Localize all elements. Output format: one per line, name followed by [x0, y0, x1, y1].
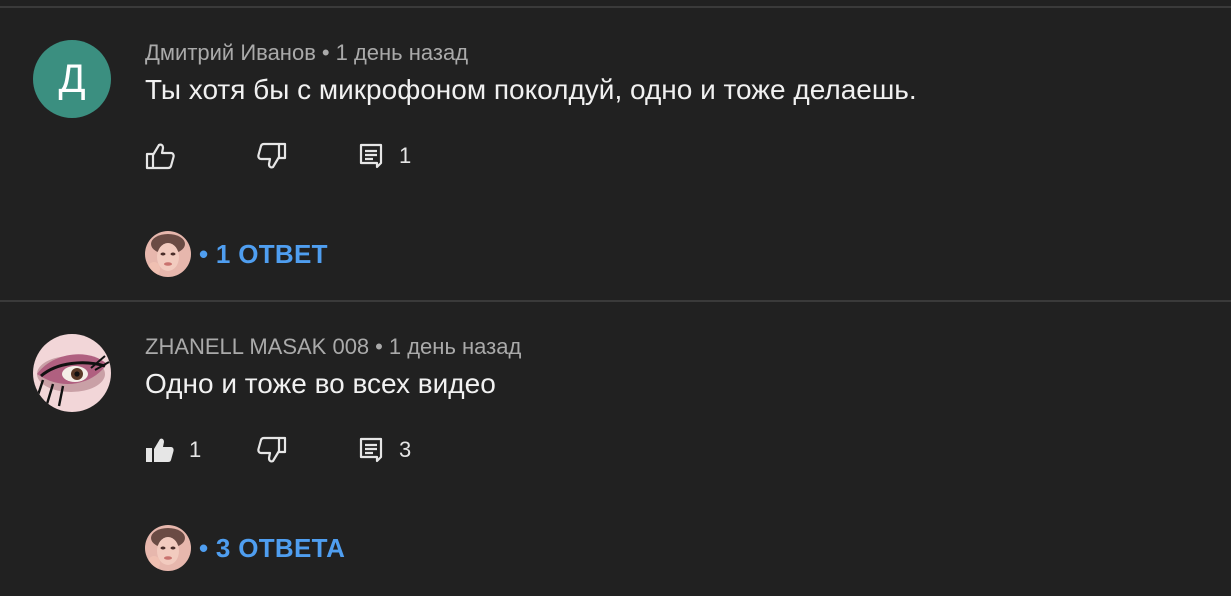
comment-meta: ZHANELL MASAK 008 • 1 день назад [145, 334, 521, 360]
author-name[interactable]: ZHANELL MASAK 008 [145, 334, 369, 359]
timestamp[interactable]: 1 день назад [336, 40, 468, 65]
thumb-down-icon [257, 436, 287, 464]
comment-text: Одно и тоже во всех видео [145, 368, 496, 399]
thumb-up-icon [145, 142, 175, 170]
avatar-letter: Д [58, 56, 86, 101]
view-replies-button[interactable]: • 3 ОТВЕТА [145, 524, 345, 572]
reply-button[interactable]: 1 [359, 143, 411, 169]
separator-dot: • [375, 334, 383, 359]
replier-avatar [145, 525, 191, 571]
comment-icon [359, 143, 385, 169]
thumb-down-icon [257, 142, 287, 170]
comment-item: ZHANELL MASAK 008 • 1 день назад Одно и то… [0, 302, 1231, 596]
comment-item: Д Дмитрий Иванов • 1 день назад Ты хотя бы… [0, 8, 1231, 302]
replier-avatar [145, 231, 191, 277]
comment-actions: 1 3 [145, 434, 411, 466]
dislike-button[interactable] [257, 142, 359, 170]
comment-actions: 1 [145, 140, 411, 172]
like-button[interactable] [145, 142, 257, 170]
timestamp[interactable]: 1 день назад [389, 334, 521, 359]
reply-button[interactable]: 3 [359, 437, 411, 463]
like-button[interactable]: 1 [145, 436, 257, 464]
separator-dot: • [321, 40, 330, 65]
comment-text: Ты хотя бы с микрофоном поколдуй, одно и… [145, 74, 917, 105]
replies-label: • 1 ОТВЕТ [199, 238, 328, 269]
reply-count: 3 [399, 437, 412, 462]
replies-label: • 3 ОТВЕТА [199, 532, 346, 563]
author-name[interactable]: Дмитрий Иванов [145, 40, 316, 65]
thumb-up-filled-icon [145, 436, 175, 464]
comment-icon [359, 437, 385, 463]
like-count: 1 [189, 437, 202, 462]
comment-meta: Дмитрий Иванов • 1 день назад [145, 40, 468, 66]
view-replies-button[interactable]: • 1 ОТВЕТ [145, 230, 328, 278]
dislike-button[interactable] [257, 436, 359, 464]
avatar[interactable]: Д [33, 40, 111, 118]
avatar[interactable] [33, 334, 111, 412]
reply-count: 1 [399, 143, 412, 168]
